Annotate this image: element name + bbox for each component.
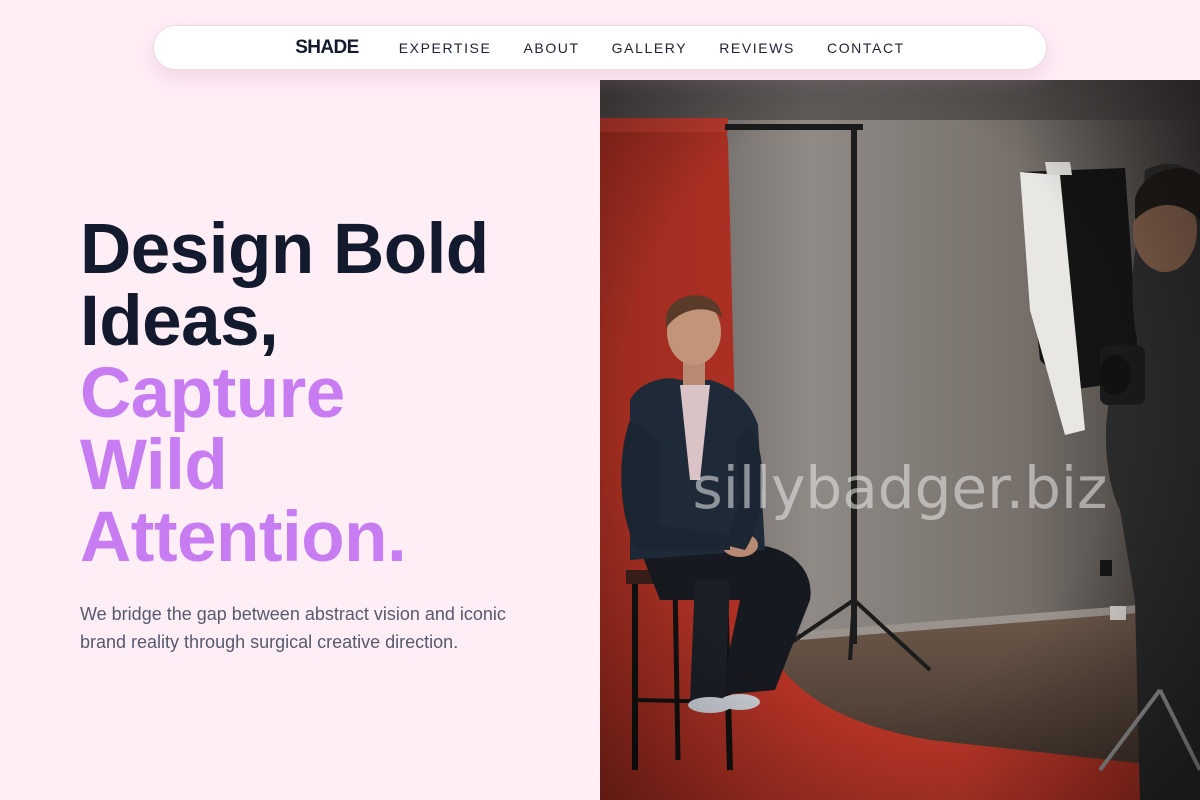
headline-line-2: Ideas, [80,282,279,361]
headline-accent-line-2: Wild [80,426,228,505]
nav-link-gallery[interactable]: GALLERY [612,40,688,56]
studio-photo-illustration: sillybadger.biz [600,80,1200,800]
nav-link-contact[interactable]: CONTACT [827,40,905,56]
nav-link-reviews[interactable]: REVIEWS [719,40,795,56]
hero-photo: sillybadger.biz [600,80,1200,800]
nav-link-expertise[interactable]: EXPERTISE [399,40,492,56]
headline-accent-line-1: Capture [80,354,345,433]
headline-line-1: Design Bold [80,210,489,289]
top-navbar: SHADE EXPERTISE ABOUT GALLERY REVIEWS CO… [153,25,1047,70]
watermark-text: sillybadger.biz [693,454,1108,522]
hero-section: Design Bold Ideas, Capture Wild Attentio… [80,214,580,674]
hero-headline: Design Bold Ideas, Capture Wild Attentio… [80,214,580,574]
headline-accent-line-3: Attention. [80,498,407,577]
nav-link-about[interactable]: ABOUT [523,40,579,56]
nav-links: EXPERTISE ABOUT GALLERY REVIEWS CONTACT [399,40,905,56]
hero-subtext: We bridge the gap between abstract visio… [80,604,506,652]
brand-logo[interactable]: SHADE [295,37,359,59]
